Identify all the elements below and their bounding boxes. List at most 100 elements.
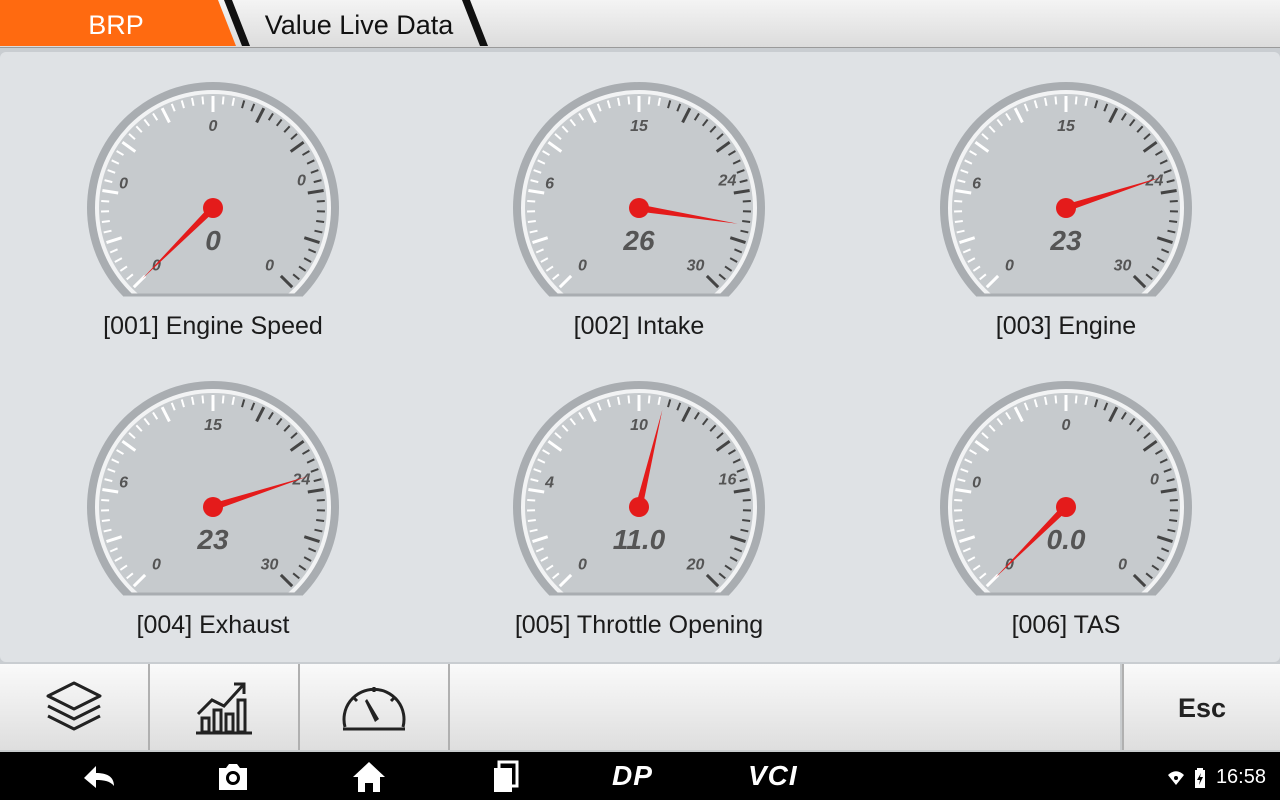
recents-icon [494, 760, 519, 792]
gauge-tick-label: 0 [972, 474, 981, 491]
gauge-tick [742, 199, 751, 203]
gauge-card-6[interactable]: 0 0 0 0 0 0.0 [006] TAS [853, 351, 1279, 651]
gauge-tick-label: 6 [545, 175, 554, 192]
gauge-tick-label: 30 [261, 557, 279, 574]
gauge-tick [954, 199, 963, 203]
gauge-tick [527, 199, 536, 203]
gauge-label: [006] TAS [1011, 611, 1121, 639]
gauge-tick-label: 10 [630, 417, 648, 434]
gauge-tick [101, 220, 110, 224]
app-window: BRP Value Live Data 0 0 0 0 0 0 [001] Engine … [0, 0, 1280, 800]
graph-button[interactable] [150, 664, 300, 750]
gauge-tick [221, 96, 225, 105]
gauge-dial-5: 0 4 10 16 20 11.0 [513, 381, 765, 596]
system-nav-bar: DP VCI 16:58 [0, 752, 1280, 800]
layers-icon [46, 681, 102, 731]
gauge-tick [201, 395, 205, 404]
gauge-tick [742, 498, 751, 502]
camera-icon [219, 764, 247, 790]
gauge-card-5[interactable]: 0 4 10 16 20 11.0 [005] Throttle Opening [426, 351, 852, 651]
gauge-tick [316, 519, 325, 523]
gauge-tick-label: 0 [578, 258, 587, 275]
gauge-value: 0.0 [1047, 524, 1086, 555]
gauge-card-2[interactable]: 0 6 15 24 30 26 [002] Intake [426, 52, 852, 352]
gauge-dial-6: 000000.0 [940, 381, 1192, 596]
chart-icon [196, 682, 252, 735]
gauge-value: 11.0 [613, 524, 666, 555]
gauge-dial-1: 000000 [87, 82, 339, 297]
gauge-view-button[interactable] [300, 664, 450, 750]
battery-icon [1195, 767, 1206, 788]
gauge-tick [201, 96, 205, 105]
layers-button[interactable] [0, 664, 150, 750]
gauge-panel: 0 0 0 0 0 0 [001] Engine Speed 0 6 15 24 30 26 [00… [0, 52, 1280, 662]
gauge-tick [316, 199, 325, 203]
home-icon [353, 762, 385, 792]
gauge-tick [627, 96, 631, 105]
gauge-tick [742, 220, 751, 224]
gauge-label: [002] Intake [573, 312, 705, 340]
gauge-card-3[interactable]: 0 6 15 24 30 23 [003] Engine [853, 52, 1279, 352]
back-icon [84, 766, 114, 788]
recents-button[interactable] [490, 752, 522, 800]
gauge-label: [005] Throttle Opening [514, 611, 764, 639]
gauge-tick-label: 15 [630, 118, 649, 135]
gauge-value: 26 [622, 225, 655, 256]
gauge-tick [1074, 96, 1078, 105]
bottom-toolbar: Esc [0, 664, 1280, 752]
clock: 16:58 [1215, 766, 1266, 788]
gauge-tick [627, 395, 631, 404]
gauge-tick [954, 220, 963, 224]
gauge-tick-label: 24 [1145, 172, 1164, 189]
gauge-tick [527, 220, 536, 224]
gauge-tick-label: 0 [265, 258, 274, 275]
breadcrumb-value-live-data[interactable]: Value Live Data [246, 0, 472, 48]
gauge-value: 23 [196, 524, 229, 555]
gauge-tick [101, 498, 110, 502]
gauge-label: [003] Engine [995, 312, 1137, 340]
gauge-value: 23 [1049, 225, 1082, 256]
toolbar-spacer [450, 664, 1120, 750]
breadcrumb-brp[interactable]: BRP [0, 0, 238, 48]
gauge-tick [527, 519, 536, 523]
gauge-tick-label: 0 [1062, 417, 1071, 434]
gauge-dial-4: 0 6 15 24 30 23 [87, 381, 339, 596]
status-area: 16:58 [1167, 752, 1266, 800]
gauge-tick [1054, 96, 1058, 105]
gauge-hub [1056, 497, 1076, 517]
gauge-label: [004] Exhaust [136, 611, 290, 639]
gauge-hub [1056, 198, 1076, 218]
gauge-tick-label: 0 [1118, 557, 1127, 574]
gauge-dial-2: 0 6 15 24 30 26 [513, 82, 765, 297]
gauge-tick-label: 16 [719, 471, 737, 488]
gauge-tick [954, 519, 963, 523]
gauge-tick [1169, 498, 1178, 502]
gauge-tick-label: 24 [292, 471, 311, 488]
gauge-tick [647, 395, 651, 404]
back-button[interactable] [80, 752, 118, 800]
gauge-tick [647, 96, 651, 105]
gauge-tick-label: 30 [1114, 258, 1132, 275]
gauge-card-1[interactable]: 000000 [001] Engine Speed [0, 52, 426, 352]
gauge-tick [742, 519, 751, 523]
gauge-dial-3: 0 6 15 24 30 23 [940, 82, 1192, 297]
vci-logo[interactable]: VCI [748, 760, 798, 792]
gauge-tick-label: 24 [718, 172, 737, 189]
gauge-tick-label: 15 [1057, 118, 1076, 135]
gauge-tick [1169, 519, 1178, 523]
gauge-hub [203, 497, 223, 517]
gauge-card-4[interactable]: 0 6 15 24 30 23 [004] Exhaust [0, 351, 426, 651]
gauge-tick-label: 6 [972, 175, 981, 192]
gauge-tick [1169, 199, 1178, 203]
esc-button[interactable]: Esc [1122, 664, 1280, 750]
dp-logo[interactable]: DP [612, 760, 653, 792]
gauge-tick-label: 0 [152, 557, 161, 574]
gauge-tick [101, 199, 110, 203]
screenshot-button[interactable] [216, 752, 250, 800]
gauge-tick-label: 20 [686, 557, 705, 574]
header-bar: BRP Value Live Data [0, 0, 1280, 48]
gauge-tick-label: 6 [119, 474, 128, 491]
gauge-tick [316, 220, 325, 224]
gauge-tick [316, 498, 325, 502]
home-button[interactable] [352, 752, 386, 800]
